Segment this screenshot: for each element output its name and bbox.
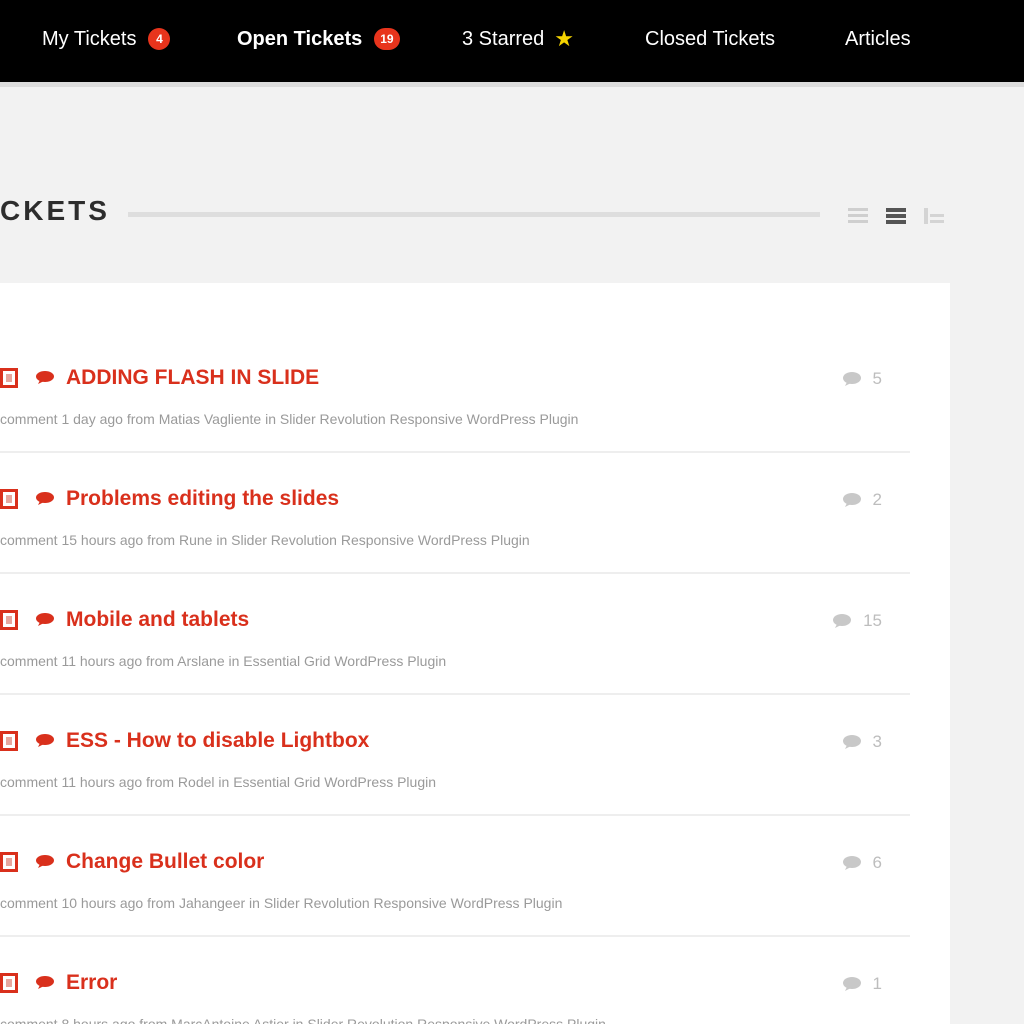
comment-count: 3 — [842, 732, 882, 752]
comment-count-value: 2 — [872, 490, 882, 509]
compact-view-icon[interactable] — [884, 205, 908, 227]
ticket-checkbox[interactable] — [0, 973, 18, 993]
ticket-meta: comment 10 hours ago from Jahangeer in S… — [0, 895, 563, 911]
comment-icon — [842, 493, 861, 507]
row-divider — [0, 935, 910, 937]
row-divider — [0, 814, 910, 816]
ticket-title[interactable]: ADDING FLASH IN SLIDE — [66, 366, 319, 390]
ticket-title[interactable]: Error — [66, 971, 117, 995]
top-nav-bar: My Tickets 4 Open Tickets 19 3 Starred ★… — [0, 0, 1024, 82]
nav-articles[interactable]: Articles — [845, 24, 911, 54]
ticket-row[interactable]: Change Bullet color comment 10 hours ago… — [0, 817, 910, 937]
comment-count: 2 — [842, 490, 882, 510]
nav-starred[interactable]: 3 Starred ★ — [462, 24, 574, 54]
ticket-checkbox[interactable] — [0, 731, 18, 751]
comment-count: 5 — [842, 369, 882, 389]
row-divider — [0, 693, 910, 695]
nav-closed-tickets[interactable]: Closed Tickets — [645, 24, 775, 54]
chat-bubble-icon — [36, 613, 54, 626]
ticket-title[interactable]: Change Bullet color — [66, 850, 264, 874]
list-view-icon[interactable] — [846, 205, 870, 227]
ticket-row[interactable]: ADDING FLASH IN SLIDE comment 1 day ago … — [0, 333, 910, 453]
comment-count: 1 — [842, 974, 882, 994]
ticket-title[interactable]: Problems editing the slides — [66, 487, 339, 511]
nav-open-tickets-label: Open Tickets — [237, 27, 363, 50]
nav-starred-label: 3 Starred — [462, 27, 545, 50]
ticket-meta: comment 15 hours ago from Rune in Slider… — [0, 532, 530, 548]
nav-my-tickets[interactable]: My Tickets 4 — [42, 24, 171, 54]
comment-count-value: 5 — [872, 369, 882, 388]
row-divider — [0, 451, 910, 453]
page-title: CKETS — [0, 195, 110, 226]
comment-icon — [842, 856, 861, 870]
ticket-checkbox[interactable] — [0, 610, 18, 630]
detail-view-icon[interactable] — [922, 205, 946, 227]
nav-my-tickets-label: My Tickets — [42, 27, 137, 50]
ticket-checkbox[interactable] — [0, 489, 18, 509]
ticket-row[interactable]: Error comment 8 hours ago from MarcAntoi… — [0, 938, 910, 1024]
chat-bubble-icon — [36, 371, 54, 384]
ticket-row[interactable]: Mobile and tablets comment 11 hours ago … — [0, 575, 910, 695]
ticket-meta: comment 11 hours ago from Arslane in Ess… — [0, 653, 447, 669]
ticket-title[interactable]: Mobile and tablets — [66, 608, 249, 632]
nav-open-tickets[interactable]: Open Tickets 19 — [237, 24, 400, 54]
ticket-checkbox[interactable] — [0, 368, 18, 388]
ticket-meta: comment 1 day ago from Matias Vagliente … — [0, 411, 579, 427]
comment-icon — [842, 977, 861, 991]
chat-bubble-icon — [36, 734, 54, 747]
chat-bubble-icon — [36, 492, 54, 505]
comment-icon — [842, 735, 861, 749]
comment-count-value: 3 — [872, 732, 882, 751]
comment-count-value: 15 — [863, 611, 882, 630]
comment-icon — [842, 372, 861, 386]
ticket-checkbox[interactable] — [0, 852, 18, 872]
comment-count-value: 6 — [872, 853, 882, 872]
ticket-title[interactable]: ESS - How to disable Lightbox — [66, 729, 369, 753]
comment-icon — [833, 614, 852, 628]
ticket-meta: comment 11 hours ago from Rodel in Essen… — [0, 774, 437, 790]
nav-articles-label: Articles — [845, 27, 911, 50]
chat-bubble-icon — [36, 976, 54, 989]
ticket-row[interactable]: ESS - How to disable Lightbox comment 11… — [0, 696, 910, 816]
star-icon: ★ — [554, 26, 574, 51]
nav-closed-tickets-label: Closed Tickets — [645, 27, 776, 50]
row-divider — [0, 572, 910, 574]
nav-divider — [0, 82, 1024, 87]
title-rule — [128, 212, 820, 217]
comment-count: 15 — [833, 611, 882, 631]
comment-count: 6 — [842, 853, 882, 873]
chat-bubble-icon — [36, 855, 54, 868]
open-tickets-count-badge: 19 — [374, 28, 400, 50]
my-tickets-count-badge: 4 — [148, 28, 171, 50]
ticket-meta: comment 8 hours ago from MarcAntoine Ast… — [0, 1016, 606, 1024]
ticket-row[interactable]: Problems editing the slides comment 15 h… — [0, 454, 910, 574]
comment-count-value: 1 — [872, 974, 882, 993]
ticket-list: ADDING FLASH IN SLIDE comment 1 day ago … — [0, 283, 950, 1024]
